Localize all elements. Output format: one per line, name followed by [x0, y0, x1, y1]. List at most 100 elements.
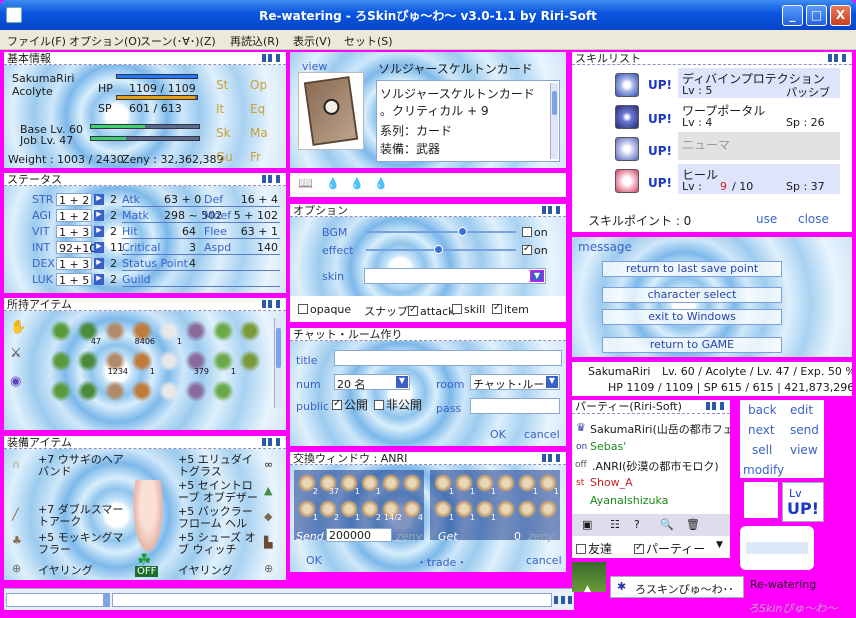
- tab-skill[interactable]: Sk: [216, 126, 231, 140]
- robe-icon[interactable]: ▲: [264, 484, 272, 497]
- inventory-scrollbar[interactable]: [274, 318, 282, 408]
- skill-close-button[interactable]: close: [798, 212, 829, 226]
- trade-item[interactable]: [539, 500, 557, 518]
- skill-row-1[interactable]: ディバインプロテクション Lv : 5 パッシブ: [678, 68, 840, 99]
- pneuma-skill-icon[interactable]: [615, 137, 639, 161]
- trade-item[interactable]: 1: [361, 474, 381, 496]
- skill-checkbox[interactable]: skill: [452, 303, 485, 316]
- trade-item[interactable]: [497, 500, 515, 518]
- inventory-item[interactable]: [104, 320, 126, 342]
- trade-item[interactable]: 2: [361, 500, 381, 522]
- party-member-4[interactable]: Show_A: [590, 476, 633, 489]
- skill-up-button[interactable]: UP!: [648, 144, 672, 158]
- chat-splitter-handle[interactable]: [104, 593, 110, 607]
- trade-item[interactable]: 1: [298, 500, 318, 522]
- tab-status[interactable]: St: [216, 78, 228, 92]
- trade-item[interactable]: 37: [319, 474, 339, 496]
- trade-title-bar[interactable]: 交換ウィンドウ : ANRI: [290, 452, 566, 465]
- trade-ok-button[interactable]: OK: [306, 554, 322, 567]
- tab-equip[interactable]: Eq: [250, 102, 265, 116]
- trade-item[interactable]: 1: [455, 500, 475, 522]
- potion-icon[interactable]: 💧: [374, 177, 388, 190]
- party-member-5[interactable]: AyanaIshizuka: [590, 494, 668, 507]
- equip-glasses[interactable]: +5 エリュダイトグラス: [178, 454, 262, 478]
- chat-ok-button[interactable]: OK: [490, 428, 506, 441]
- heal-skill-icon[interactable]: [615, 169, 639, 193]
- opaque-checkbox[interactable]: opaque: [298, 303, 351, 316]
- inventory-item[interactable]: 1234: [104, 350, 128, 376]
- chat-pass-input[interactable]: [470, 398, 560, 414]
- skin-select[interactable]: ▼: [364, 268, 546, 284]
- trade-item[interactable]: [403, 474, 421, 492]
- tab-guild[interactable]: Gu: [216, 150, 233, 164]
- equip-shoes[interactable]: +5 シューズ オブ ウィッチ: [178, 532, 262, 556]
- equipment-title-bar[interactable]: 装備アイテム: [4, 436, 286, 449]
- send-button[interactable]: send: [790, 423, 819, 437]
- return-to-save-point-button[interactable]: return to last save point: [602, 261, 782, 277]
- trade-item[interactable]: 2: [319, 500, 339, 522]
- inventory-item[interactable]: [185, 380, 207, 402]
- bgm-slider[interactable]: [366, 227, 516, 236]
- inventory-item[interactable]: [158, 380, 180, 402]
- party-settings-icon[interactable]: ☷: [610, 518, 620, 531]
- equip-accessory-left[interactable]: イヤリング: [38, 562, 93, 578]
- shield-icon[interactable]: ◆: [264, 510, 272, 523]
- menu-set[interactable]: セット(S): [344, 33, 393, 49]
- chat-room-select[interactable]: チャット･ルー ▼: [470, 374, 560, 391]
- equip-off-toggle[interactable]: OFF: [135, 566, 159, 577]
- character-select-button[interactable]: character select: [602, 287, 782, 303]
- snap-checkbox[interactable]: スナップattack: [364, 303, 455, 319]
- headband-icon[interactable]: ∩: [12, 458, 20, 471]
- skill-list-title-bar[interactable]: スキルリスト: [572, 52, 852, 65]
- window-controls-icon[interactable]: [262, 54, 284, 62]
- back-button[interactable]: back: [748, 403, 777, 417]
- title-bar[interactable]: Re-watering - ろSkinぴゅ～わ～ v3.0-1.1 by Rir…: [0, 0, 856, 30]
- earring-icon[interactable]: ⊕: [12, 562, 21, 575]
- inventory-item[interactable]: [104, 380, 126, 402]
- party-member-2[interactable]: Sebas': [590, 440, 626, 453]
- trade-item[interactable]: 1: [434, 474, 454, 496]
- effect-slider[interactable]: [366, 245, 516, 254]
- exit-to-windows-button[interactable]: exit to Windows: [602, 309, 782, 325]
- inventory-item[interactable]: [239, 350, 261, 372]
- stat-up-icon[interactable]: ▶: [94, 210, 104, 221]
- options-title-bar[interactable]: オプション: [290, 204, 566, 217]
- stat-up-icon[interactable]: ▶: [94, 274, 104, 285]
- trade-item[interactable]: 4: [403, 500, 423, 522]
- window-controls-icon[interactable]: [262, 438, 284, 446]
- inventory-item[interactable]: 379: [185, 350, 209, 376]
- chevron-down-icon[interactable]: ▼: [530, 270, 544, 282]
- inventory-title-bar[interactable]: 所持アイテム: [4, 298, 286, 311]
- sell-button[interactable]: sell: [752, 443, 772, 457]
- trade-item[interactable]: [497, 474, 515, 492]
- return-to-game-button[interactable]: return to GAME: [602, 337, 782, 353]
- view-button[interactable]: view: [790, 443, 818, 457]
- glasses-icon[interactable]: ∞: [264, 458, 273, 471]
- effect-slider-handle[interactable]: [434, 245, 443, 254]
- menu-option[interactable]: オプション(O): [69, 33, 141, 49]
- window-controls-icon[interactable]: [262, 300, 284, 308]
- chat-public-checkbox[interactable]: 公開: [332, 396, 368, 413]
- inventory-item[interactable]: [77, 380, 99, 402]
- potion-icon[interactable]: 💧: [326, 177, 340, 190]
- trade-item[interactable]: 1: [518, 474, 538, 496]
- tab-option[interactable]: Op: [250, 78, 267, 92]
- stat-up-icon[interactable]: ▶: [94, 226, 104, 237]
- menu-view[interactable]: 表示(V): [293, 33, 331, 49]
- chevron-down-icon[interactable]: ▼: [716, 540, 723, 550]
- inventory-item[interactable]: [239, 320, 261, 342]
- chevron-up-icon[interactable]: ▲: [584, 584, 591, 594]
- bgm-slider-handle[interactable]: [458, 227, 467, 236]
- trade-item[interactable]: 1: [340, 500, 360, 522]
- inventory-item[interactable]: 8406: [131, 320, 155, 346]
- inventory-item[interactable]: [212, 320, 234, 342]
- earring-icon[interactable]: ⊕: [264, 562, 273, 575]
- inventory-item[interactable]: 1: [158, 320, 182, 346]
- inventory-item[interactable]: 47: [77, 320, 101, 346]
- equip-weapon[interactable]: +7 ダブルスマートアーク: [38, 504, 128, 528]
- chat-title-input[interactable]: [334, 350, 562, 366]
- equip-head[interactable]: +7 ウサギのヘアバンド: [38, 454, 128, 478]
- window-controls-icon[interactable]: [542, 206, 564, 214]
- equip-muffler[interactable]: +5 モッキングマフラー: [38, 532, 128, 556]
- inventory-item[interactable]: [158, 350, 180, 372]
